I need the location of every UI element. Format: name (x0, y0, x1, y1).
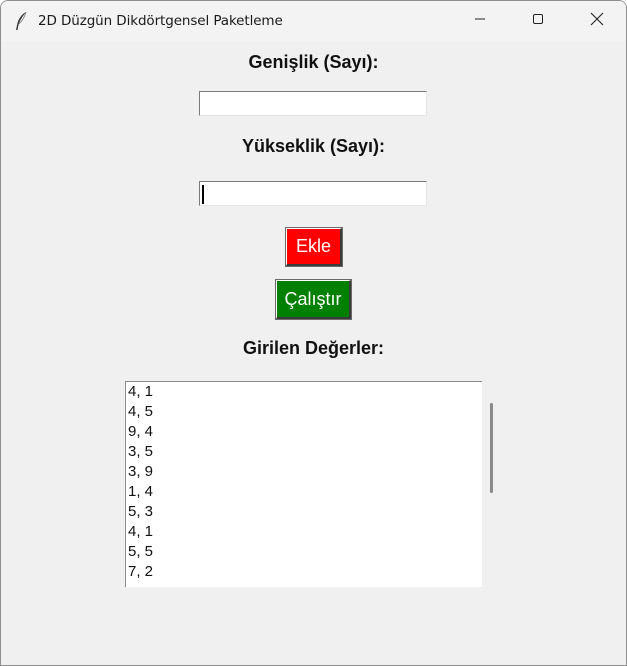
list-label: Girilen Değerler: (242, 338, 385, 358)
values-listbox[interactable]: 4, 1 4, 5 9, 4 3, 5 3, 9 1, 4 5, 3 4, 1 … (125, 381, 482, 587)
run-button[interactable]: Çalıştır (276, 280, 351, 319)
list-item[interactable]: 4, 5 (126, 402, 482, 422)
close-button[interactable] (574, 1, 620, 41)
minimize-icon (474, 12, 486, 30)
height-label: Yükseklik (Sayı): (241, 136, 386, 156)
list-item[interactable]: 9, 4 (126, 422, 482, 442)
minimize-button[interactable] (457, 1, 503, 41)
maximize-button[interactable] (515, 1, 561, 41)
width-input[interactable] (199, 91, 427, 116)
title-bar[interactable]: 2D Düzgün Dikdörtgensel Paketleme (1, 1, 626, 41)
list-item[interactable]: 5, 3 (126, 502, 482, 522)
listbox-scrollbar[interactable] (490, 403, 493, 493)
list-item[interactable]: 3, 9 (126, 462, 482, 482)
height-input[interactable] (199, 181, 427, 206)
list-item[interactable]: 4, 1 (126, 522, 482, 542)
app-window: 2D Düzgün Dikdörtgensel Paketleme Genişl… (0, 0, 627, 666)
add-button[interactable]: Ekle (286, 228, 342, 266)
close-icon (590, 12, 604, 31)
list-item[interactable]: 7, 2 (126, 562, 482, 582)
list-item[interactable]: 4, 1 (126, 382, 482, 402)
text-caret (202, 185, 204, 204)
width-label: Genişlik (Sayı): (248, 52, 379, 72)
maximize-icon (532, 12, 544, 30)
list-item[interactable]: 5, 5 (126, 542, 482, 562)
list-item[interactable]: 1, 4 (126, 482, 482, 502)
feather-icon (13, 11, 29, 31)
list-item[interactable]: 3, 5 (126, 442, 482, 462)
window-title: 2D Düzgün Dikdörtgensel Paketleme (38, 13, 283, 29)
